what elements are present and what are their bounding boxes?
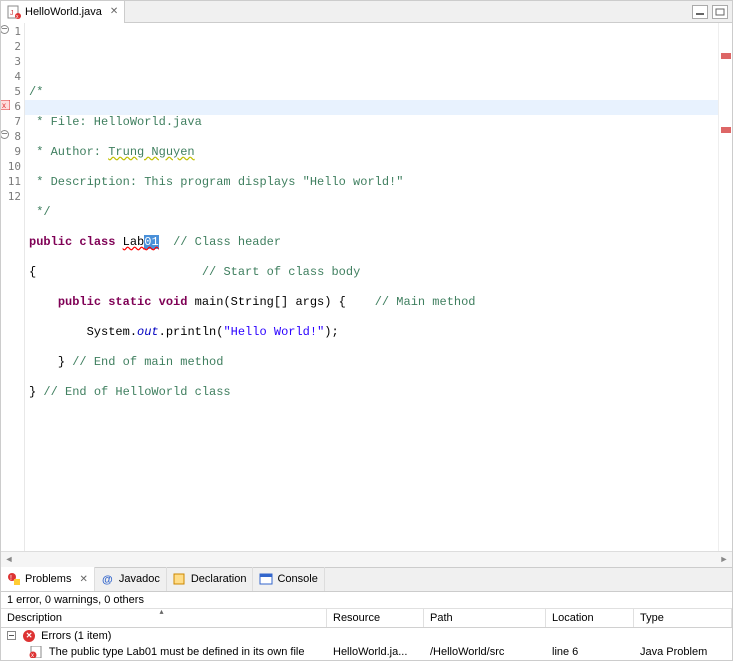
console-icon <box>259 572 273 586</box>
line-number: 3 <box>1 55 24 70</box>
line-number: 5 <box>1 85 24 100</box>
problem-resource: HelloWorld.ja... <box>327 645 424 659</box>
line-number: 4 <box>1 70 24 85</box>
code-content: /* * File: HelloWorld.java * Author: Tru… <box>29 70 714 460</box>
tab-label: Javadoc <box>119 573 160 585</box>
editor-tab-bar: Jx HelloWorld.java ✕ <box>1 1 732 23</box>
editor-pane: Jx HelloWorld.java ✕ x 1 2 3 4 5 6 7 8 9… <box>0 0 733 568</box>
problems-table: Description▴ Resource Path Location Type… <box>1 609 732 660</box>
tab-label: Declaration <box>191 573 247 585</box>
collapse-toggle-icon[interactable] <box>7 631 16 640</box>
line-number: 10 <box>1 160 24 175</box>
column-description[interactable]: Description▴ <box>1 609 327 627</box>
table-header: Description▴ Resource Path Location Type <box>1 609 732 628</box>
line-number-gutter[interactable]: x 1 2 3 4 5 6 7 8 9 10 11 12 <box>1 23 25 551</box>
svg-text:@: @ <box>102 574 113 586</box>
tab-title: HelloWorld.java <box>25 6 102 18</box>
svg-text:!: ! <box>10 575 12 582</box>
problem-location: line 6 <box>546 645 634 659</box>
editor-toolbar-right <box>692 5 728 19</box>
problem-description: The public type Lab01 must be defined in… <box>49 646 305 658</box>
errors-group-row[interactable]: ✕ Errors (1 item) <box>1 628 732 644</box>
problem-path: /HelloWorld/src <box>424 645 546 659</box>
scroll-left-icon[interactable]: ◄ <box>1 552 17 566</box>
bottom-panel: ! Problems ✕ @ Javadoc Declaration Conso… <box>0 568 733 661</box>
svg-text:x: x <box>31 653 34 658</box>
error-marker-icon[interactable]: x <box>1 100 10 110</box>
minimize-button[interactable] <box>692 5 708 19</box>
tab-declaration[interactable]: Declaration <box>167 567 254 591</box>
scroll-right-icon[interactable]: ► <box>716 552 732 566</box>
column-location[interactable]: Location <box>546 609 634 627</box>
horizontal-scrollbar[interactable]: ◄ ► <box>1 551 732 567</box>
line-number: 2 <box>1 40 24 55</box>
view-tab-bar: ! Problems ✕ @ Javadoc Declaration Conso… <box>1 568 732 592</box>
problems-icon: ! <box>7 572 21 586</box>
table-row[interactable]: x The public type Lab01 must be defined … <box>1 644 732 660</box>
column-resource[interactable]: Resource <box>327 609 424 627</box>
line-number: 12 <box>1 190 24 205</box>
column-type[interactable]: Type <box>634 609 732 627</box>
tab-console[interactable]: Console <box>253 567 324 591</box>
fold-toggle-icon[interactable] <box>1 130 10 140</box>
tab-label: Console <box>277 573 317 585</box>
close-tab-icon[interactable]: ✕ <box>79 574 87 585</box>
error-marker-icon[interactable] <box>721 127 731 133</box>
line-number: 7 <box>1 115 24 130</box>
problems-status: 1 error, 0 warnings, 0 others <box>1 592 732 609</box>
code-editor[interactable]: /* * File: HelloWorld.java * Author: Tru… <box>25 23 718 551</box>
close-tab-icon[interactable]: ✕ <box>110 6 118 17</box>
tab-label: Problems <box>25 573 71 585</box>
java-file-icon: Jx <box>7 5 21 19</box>
overview-ruler[interactable] <box>718 23 732 551</box>
maximize-button[interactable] <box>712 5 728 19</box>
problem-type: Java Problem <box>634 645 732 659</box>
line-number: 9 <box>1 145 24 160</box>
editor-tab[interactable]: Jx HelloWorld.java ✕ <box>1 1 125 23</box>
javadoc-icon: @ <box>101 572 115 586</box>
svg-text:x: x <box>2 101 6 110</box>
editor-body: x 1 2 3 4 5 6 7 8 9 10 11 12 /* * File: … <box>1 23 732 551</box>
java-error-icon: x <box>29 646 43 658</box>
tab-javadoc[interactable]: @ Javadoc <box>95 567 167 591</box>
declaration-icon <box>173 572 187 586</box>
fold-toggle-icon[interactable] <box>1 25 10 35</box>
svg-text:J: J <box>10 10 14 17</box>
error-icon: ✕ <box>23 630 35 642</box>
line-number: 11 <box>1 175 24 190</box>
sort-indicator-icon: ▴ <box>159 607 163 616</box>
error-marker-icon[interactable] <box>721 53 731 59</box>
column-path[interactable]: Path <box>424 609 546 627</box>
tab-problems[interactable]: ! Problems ✕ <box>1 567 95 591</box>
group-label: Errors (1 item) <box>41 630 111 642</box>
